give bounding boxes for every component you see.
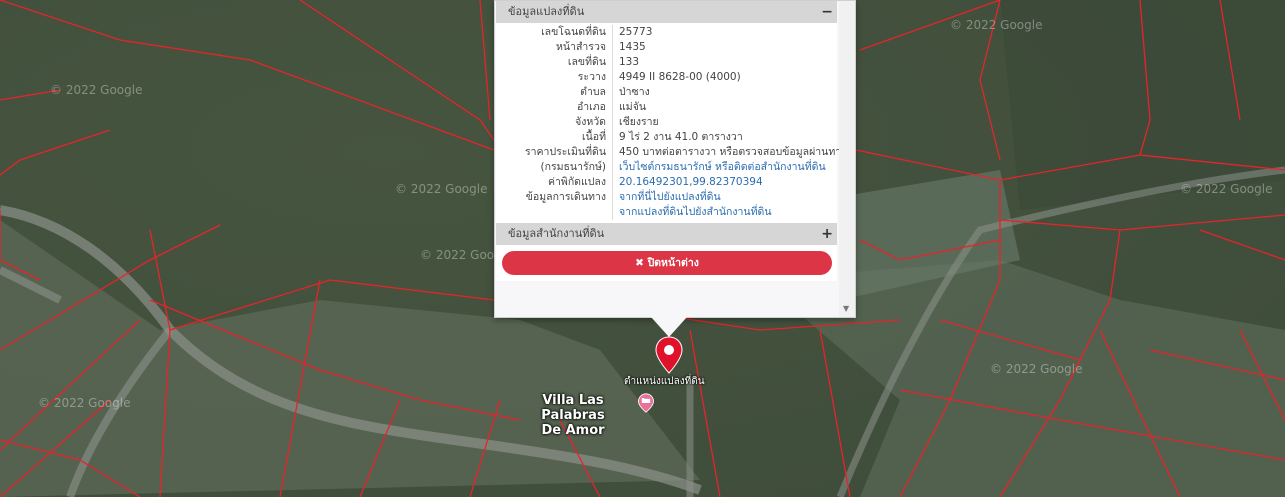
detail-label: เลขโฉนดที่ดิน (496, 25, 613, 40)
detail-row: ตำบล ป่าซาง (496, 85, 837, 100)
detail-value: เชียงราย (619, 116, 659, 128)
detail-value: 1435 (619, 41, 646, 53)
detail-label: ข้อมูลการเดินทาง (496, 190, 613, 205)
detail-value: ป่าซาง (619, 86, 650, 98)
collapse-icon[interactable]: − (821, 1, 833, 23)
detail-label: ระวาง (496, 70, 613, 85)
parcel-info-popup: ข้อมูลแปลงที่ดิน − เลขโฉนดที่ดิน 25773 หน้… (494, 0, 856, 318)
detail-label (496, 205, 613, 220)
detail-label: ราคาประเมินที่ดิน (496, 145, 613, 160)
expand-icon[interactable]: + (821, 223, 833, 245)
detail-value: 9 ไร่ 2 งาน 41.0 ตารางวา (619, 131, 743, 143)
detail-row: เลขโฉนดที่ดิน 25773 (496, 25, 837, 40)
popup-scrollbar[interactable]: ▼ (839, 1, 855, 317)
hotel-pin-icon[interactable] (636, 393, 656, 413)
map-watermark: © 2022 Google (395, 182, 488, 196)
detail-row: หน้าสำรวจ 1435 (496, 40, 837, 55)
detail-value: 25773 (619, 26, 653, 38)
map-watermark: © 2022 Google (38, 396, 131, 410)
map-watermark: © 2022 Google (50, 83, 143, 97)
detail-label: อำเภอ (496, 100, 613, 115)
detail-link[interactable]: 20.16492301,99.82370394 (613, 175, 763, 190)
detail-value: แม่จัน (619, 101, 647, 113)
detail-row: เลขที่ดิน 133 (496, 55, 837, 70)
poi-name[interactable]: Villa Las Palabras De Amor (511, 393, 635, 438)
section-title-office: ข้อมูลสำนักงานที่ดิน (508, 227, 605, 240)
popup-pointer (651, 317, 687, 337)
close-button-label: ปิดหน้าต่าง (647, 257, 699, 269)
close-window-button[interactable]: ✖ ปิดหน้าต่าง (502, 251, 832, 275)
detail-value: 133 (619, 56, 640, 68)
scroll-down-icon[interactable]: ▼ (843, 304, 849, 313)
detail-row: ข้อมูลการเดินทาง จากที่นี่ไปยังแปลงที่ดิน (496, 190, 837, 205)
detail-label: จังหวัด (496, 115, 613, 130)
detail-row: เนื้อที่ 9 ไร่ 2 งาน 41.0 ตารางวา (496, 130, 837, 145)
parcel-details: เลขโฉนดที่ดิน 25773 หน้าสำรวจ 1435 เลขที่ดิน… (496, 23, 846, 223)
detail-row: อำเภอ แม่จัน (496, 100, 837, 115)
map-watermark: © 2022 Google (990, 362, 1083, 376)
detail-link[interactable]: จากที่นี่ไปยังแปลงที่ดิน (613, 190, 721, 205)
section-title-parcel: ข้อมูลแปลงที่ดิน (508, 5, 585, 18)
detail-link[interactable]: เว็บไซต์กรมธนารักษ์ หรือติดต่อสำนักงานที… (613, 160, 826, 175)
detail-label: หน้าสำรวจ (496, 40, 613, 55)
detail-label: ค่าพิกัดแปลง (496, 175, 613, 190)
section-header-office[interactable]: ข้อมูลสำนักงานที่ดิน + (496, 223, 837, 245)
poi-name-line2: De Amor (541, 423, 605, 438)
detail-row: ราคาประเมินที่ดิน 450 บาทต่อตารางวา หรือต… (496, 145, 846, 160)
detail-row: (กรมธนารักษ์) เว็บไซต์กรมธนารักษ์ หรือติด… (496, 160, 837, 175)
detail-label: เลขที่ดิน (496, 55, 613, 70)
poi-name-line1: Villa Las Palabras (541, 393, 605, 423)
detail-label: เนื้อที่ (496, 130, 613, 145)
detail-row: จากแปลงที่ดินไปยังสำนักงานที่ดิน (496, 205, 837, 220)
location-pin-icon[interactable] (654, 336, 684, 374)
section-header-parcel[interactable]: ข้อมูลแปลงที่ดิน − (496, 1, 837, 23)
close-icon: ✖ (635, 257, 644, 269)
detail-label: (กรมธนารักษ์) (496, 160, 613, 175)
detail-row: จังหวัด เชียงราย (496, 115, 837, 130)
detail-link[interactable]: จากแปลงที่ดินไปยังสำนักงานที่ดิน (613, 205, 772, 220)
marker-label: ตำแหน่งแปลงที่ดิน (624, 376, 705, 387)
detail-value: 4949 II 8628-00 (4000) (619, 71, 741, 83)
detail-value: 450 บาทต่อตารางวา หรือตรวจสอบข้อมูลผ่านท… (619, 146, 847, 158)
map-watermark: © 2022 Google (950, 18, 1043, 32)
map-watermark: © 2022 Google (1180, 182, 1273, 196)
detail-label: ตำบล (496, 85, 613, 100)
detail-row: ค่าพิกัดแปลง 20.16492301,99.82370394 (496, 175, 837, 190)
parcel-info-card: ข้อมูลแปลงที่ดิน − เลขโฉนดที่ดิน 25773 หน้… (496, 1, 846, 281)
detail-row: ระวาง 4949 II 8628-00 (4000) (496, 70, 837, 85)
